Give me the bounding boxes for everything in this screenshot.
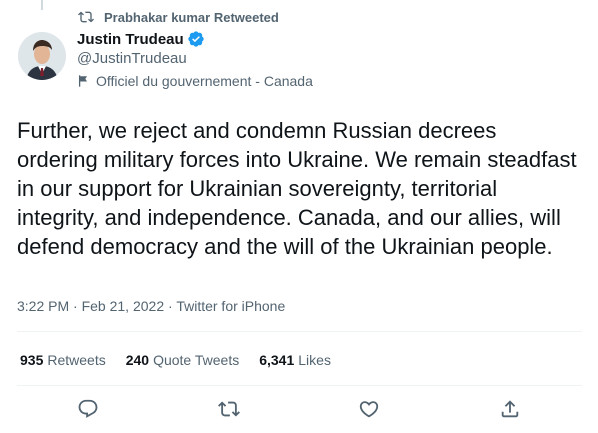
government-label[interactable]: Officiel du gouvernement - Canada bbox=[77, 73, 313, 89]
reply-icon bbox=[78, 399, 98, 418]
tweet-time[interactable]: 3:22 PM bbox=[17, 298, 69, 314]
likes-label: Likes bbox=[298, 352, 331, 368]
tweet-text: Further, we reject and condemn Russian d… bbox=[17, 118, 577, 259]
quote-tweets-count: 240 bbox=[125, 352, 150, 368]
retweet-button[interactable] bbox=[218, 398, 240, 420]
share-icon bbox=[501, 400, 519, 418]
divider bbox=[17, 331, 582, 332]
retweet-icon bbox=[78, 11, 94, 23]
retweet-banner: Prabhakar kumar Retweeted bbox=[78, 8, 279, 26]
thread-line bbox=[41, 0, 43, 10]
avatar[interactable] bbox=[18, 32, 66, 80]
retweets-stat[interactable]: 935 Retweets bbox=[20, 352, 106, 368]
likes-count: 6,341 bbox=[259, 352, 295, 368]
author-name[interactable]: Justin Trudeau bbox=[77, 31, 184, 48]
flag-icon bbox=[78, 75, 88, 87]
tweet-meta: 3:22 PM · Feb 21, 2022 · Twitter for iPh… bbox=[17, 298, 285, 314]
quote-tweets-stat[interactable]: 240 Quote Tweets bbox=[126, 352, 240, 368]
tweet-actions bbox=[0, 398, 598, 422]
author-handle[interactable]: @JustinTrudeau bbox=[77, 50, 187, 67]
quote-tweets-label: Quote Tweets bbox=[153, 352, 240, 368]
divider bbox=[17, 385, 582, 386]
retweets-label: Retweets bbox=[47, 352, 106, 368]
likes-stat[interactable]: 6,341 Likes bbox=[259, 352, 331, 368]
government-label-text: Officiel du gouvernement - Canada bbox=[96, 73, 313, 89]
like-button[interactable] bbox=[358, 398, 380, 420]
retweet-icon bbox=[218, 401, 240, 417]
tweet-source[interactable]: Twitter for iPhone bbox=[176, 298, 285, 314]
share-button[interactable] bbox=[499, 398, 521, 420]
meta-separator: · bbox=[73, 298, 82, 314]
author-name-row: Justin Trudeau bbox=[77, 30, 205, 48]
tweet-date[interactable]: Feb 21, 2022 bbox=[82, 298, 165, 314]
retweets-count: 935 bbox=[20, 352, 44, 368]
tweet-stats: 935 Retweets 240 Quote Tweets 6,341 Like… bbox=[20, 352, 351, 368]
verified-icon bbox=[188, 31, 204, 47]
retweet-banner-text[interactable]: Prabhakar kumar Retweeted bbox=[104, 10, 279, 25]
like-icon bbox=[359, 401, 379, 418]
reply-button[interactable] bbox=[77, 398, 99, 420]
